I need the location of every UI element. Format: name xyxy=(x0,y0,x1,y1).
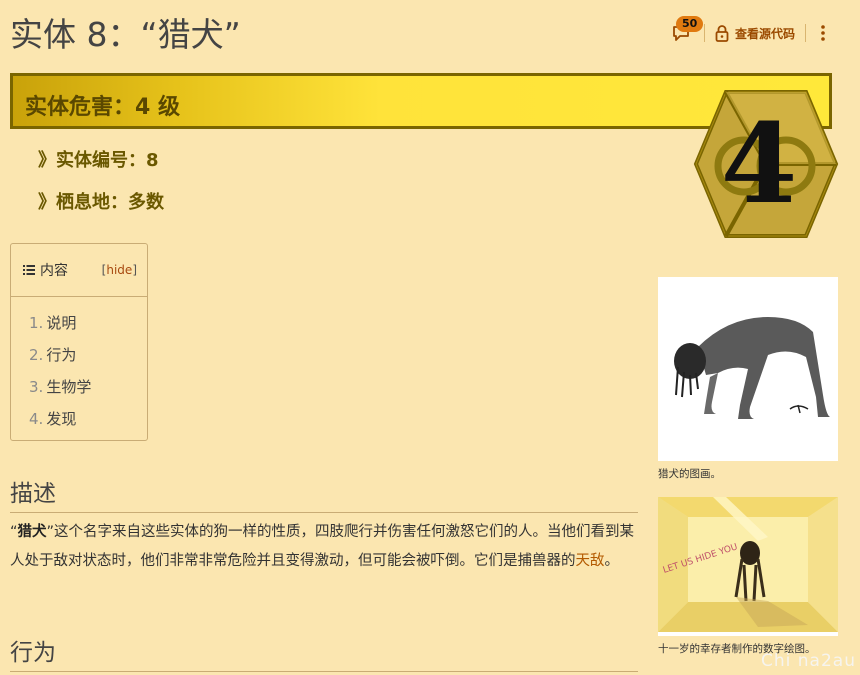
toc-item-number: 2. xyxy=(29,346,44,364)
toolbar-divider xyxy=(703,24,705,42)
talk-count-badge: 50 xyxy=(675,16,704,32)
talk-button[interactable]: 50 xyxy=(668,16,704,46)
toc-item[interactable]: 3. 生物学 xyxy=(29,375,147,407)
description-text-end: 。 xyxy=(604,553,620,569)
hazard-level-text: 实体危害：4 级 xyxy=(25,95,180,120)
page-toolbar: 50 查看源代码 xyxy=(668,16,830,48)
toc-item-label: 发现 xyxy=(46,410,77,428)
toc-title: 内容 xyxy=(40,263,68,279)
hallway-illustration: LET US HIDE YOU xyxy=(658,497,838,632)
entity-name-bold: 猎犬 xyxy=(17,524,47,540)
description-text: ”这个名字来自这些实体的狗一样的性质，四肢爬行并伤害任何激怒它们的人。当他们看到… xyxy=(10,524,635,569)
hound-illustration xyxy=(658,277,838,457)
toc-item-label: 行为 xyxy=(46,346,77,364)
toc-item[interactable]: 4. 发现 xyxy=(29,407,147,439)
more-vertical-icon xyxy=(821,25,825,41)
figure-drawing: 猎犬的图画。 xyxy=(658,277,838,481)
section-heading-description: 描述 xyxy=(10,474,638,513)
toc-hide-toggle[interactable]: [hide] xyxy=(102,263,137,277)
watermark: Chi na2au xyxy=(761,651,856,671)
entity-number: 》实体编号：8 xyxy=(38,150,159,171)
toc-item-label: 说明 xyxy=(46,314,77,332)
toc-hide-label: hide xyxy=(106,263,133,277)
section-heading-behavior: 行为 xyxy=(10,633,638,672)
toc-item-number: 4. xyxy=(29,410,44,428)
hazard-level-badge: 4 xyxy=(678,88,840,240)
toc-item-number: 1. xyxy=(29,314,44,332)
entity-habitat: 》栖息地：多数 xyxy=(38,192,164,213)
description-paragraph: “猎犬”这个名字来自这些实体的狗一样的性质，四肢爬行并伤害任何激怒它们的人。当他… xyxy=(10,524,635,569)
digital-drawing-image[interactable]: LET US HIDE YOU xyxy=(658,497,838,636)
toc-header: 内容 [hide] xyxy=(11,244,147,297)
hazard-level-number: 4 xyxy=(720,99,798,228)
figure-digital-art: LET US HIDE YOU 十一岁的幸存者制作的数字绘图。 xyxy=(658,497,838,656)
figure-caption: 猎犬的图画。 xyxy=(658,468,721,480)
view-source-button[interactable]: 查看源代码 xyxy=(715,24,795,42)
more-menu-button[interactable] xyxy=(816,25,830,41)
toc-item-number: 3. xyxy=(29,378,44,396)
toolbar-divider xyxy=(805,24,806,42)
toc-list: 1. 说明 2. 行为 3. 生物学 4. 发现 xyxy=(11,297,147,439)
enemy-link[interactable]: 天敌 xyxy=(576,553,605,569)
hound-drawing-image[interactable] xyxy=(658,277,838,461)
list-icon xyxy=(23,265,35,275)
table-of-contents: 内容 [hide] 1. 说明 2. 行为 3. 生物学 4. 发现 xyxy=(10,243,148,441)
view-source-label: 查看源代码 xyxy=(734,26,795,41)
page-title: 实体 8：“猎犬” xyxy=(10,15,241,54)
toc-item[interactable]: 1. 说明 xyxy=(29,311,147,343)
toc-item-label: 生物学 xyxy=(46,378,92,396)
lock-icon xyxy=(715,24,729,42)
toc-item[interactable]: 2. 行为 xyxy=(29,343,147,375)
